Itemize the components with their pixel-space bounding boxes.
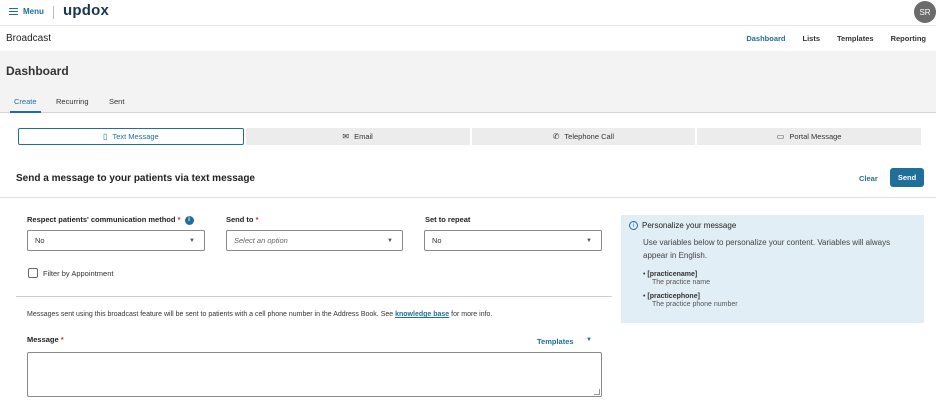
send-to-label: Send to * <box>226 215 259 224</box>
personalize-description: Use variables below to personalize your … <box>643 238 891 260</box>
message-textarea[interactable] <box>27 352 602 397</box>
channel-portal-message[interactable]: ▭ Portal Message <box>697 128 921 145</box>
tab-create[interactable]: Create <box>10 97 41 113</box>
variable-item: • [practicename] The practice name <box>643 271 710 286</box>
divider <box>53 6 54 19</box>
envelope-icon: ✉ <box>342 132 350 141</box>
broadcast-nav: Dashboard Lists Templates Reporting <box>746 34 926 43</box>
respect-method-label: Respect patients' communication method *… <box>27 215 194 225</box>
handset-icon: ✆ <box>552 132 560 141</box>
chevron-down-icon: ▼ <box>586 238 592 244</box>
channel-label: Telephone Call <box>564 132 615 141</box>
variable-item: • [practicephone] The practice phone num… <box>643 293 738 308</box>
channel-label: Portal Message <box>789 132 842 141</box>
channel-label: Text Message <box>112 132 159 141</box>
top-bar: Menu updox SR <box>0 0 936 26</box>
select-value: No <box>432 236 442 245</box>
panel-title-text: Personalize your message <box>642 221 737 230</box>
variable-desc: The practice name <box>652 279 710 286</box>
form-heading: Send a message to your patients via text… <box>16 173 255 184</box>
filter-appointment-label[interactable]: Filter by Appointment <box>43 269 113 278</box>
message-label: Message * <box>27 335 64 344</box>
hamburger-icon <box>9 8 18 15</box>
channel-selector: ▯ Text Message ✉ Email ✆ Telephone Call … <box>18 128 921 145</box>
tab-recurring[interactable]: Recurring <box>56 97 89 106</box>
nav-reporting[interactable]: Reporting <box>891 34 926 43</box>
filter-appointment-checkbox[interactable] <box>28 268 38 278</box>
repeat-label: Set to repeat <box>425 215 470 224</box>
nav-dashboard[interactable]: Dashboard <box>746 34 785 43</box>
channel-telephone-call[interactable]: ✆ Telephone Call <box>471 128 696 145</box>
chevron-down-icon[interactable]: ▼ <box>586 337 592 343</box>
select-value: No <box>35 236 45 245</box>
chevron-down-icon: ▼ <box>387 238 393 244</box>
note-text: for more info. <box>449 311 493 318</box>
personalize-panel: i Personalize your message Use variables… <box>621 215 924 323</box>
variable-name: [practicename] <box>647 271 698 278</box>
required-mark: * <box>255 215 259 224</box>
phone-icon: ▯ <box>103 132 108 141</box>
nav-templates[interactable]: Templates <box>837 34 874 43</box>
required-mark: * <box>60 335 64 344</box>
broadcast-note: Messages sent using this broadcast featu… <box>27 311 492 318</box>
broadcast-bar: Broadcast Dashboard Lists Templates Repo… <box>0 27 936 51</box>
menu-button[interactable]: Menu <box>9 7 44 16</box>
respect-method-select[interactable]: No ▼ <box>27 230 205 251</box>
label-text: Message <box>27 335 59 344</box>
templates-dropdown[interactable]: Templates <box>537 337 574 346</box>
send-button[interactable]: Send <box>890 168 924 187</box>
label-text: Respect patients' communication method <box>27 215 176 224</box>
label-text: Set to repeat <box>425 215 471 224</box>
divider <box>0 197 936 198</box>
personalize-title: i Personalize your message <box>629 221 736 230</box>
clear-button[interactable]: Clear <box>859 174 878 183</box>
nav-lists[interactable]: Lists <box>803 34 821 43</box>
avatar[interactable]: SR <box>914 1 936 23</box>
chevron-down-icon: ▼ <box>189 238 195 244</box>
page-header: Dashboard <box>0 51 936 91</box>
channel-text-message[interactable]: ▯ Text Message <box>18 128 244 145</box>
monitor-icon: ▭ <box>776 132 785 141</box>
tab-sent[interactable]: Sent <box>109 97 124 106</box>
channel-label: Email <box>354 132 373 141</box>
info-icon: i <box>629 221 638 230</box>
required-mark: * <box>177 215 181 224</box>
divider <box>16 296 612 297</box>
variable-name: [practicephone] <box>647 293 700 300</box>
send-to-select[interactable]: Select an option ▼ <box>226 230 403 251</box>
section-title: Broadcast <box>6 33 52 44</box>
note-text: Messages sent using this broadcast featu… <box>27 311 396 318</box>
tab-bar: Create Recurring Sent <box>0 91 936 113</box>
channel-email[interactable]: ✉ Email <box>245 128 470 145</box>
menu-label: Menu <box>23 7 44 16</box>
page-title: Dashboard <box>6 64 69 78</box>
repeat-select[interactable]: No ▼ <box>424 230 602 251</box>
select-placeholder: Select an option <box>234 236 288 245</box>
resize-handle[interactable] <box>594 389 600 395</box>
knowledge-base-link[interactable]: knowledge base <box>395 311 449 318</box>
label-text: Send to <box>226 215 254 224</box>
info-icon[interactable]: i <box>184 215 194 225</box>
logo[interactable]: updox <box>63 2 109 19</box>
variable-desc: The practice phone number <box>652 301 738 308</box>
